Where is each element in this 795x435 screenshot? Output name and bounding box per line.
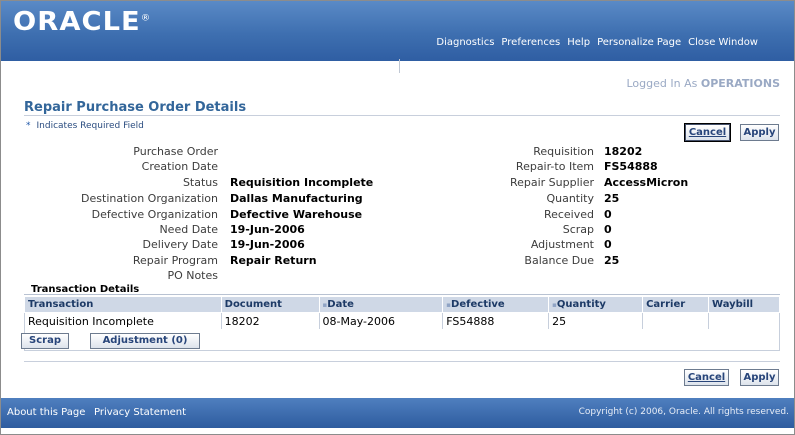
status-label: Status [182,176,218,189]
repair-supplier-label: Repair Supplier [509,176,594,189]
header-bar: ORACLE® Diagnostics Preferences Help Per… [1,1,794,61]
required-star-icon: * [26,121,31,131]
required-field-note: * Indicates Required Field [26,121,144,131]
scrap-label: Scrap [562,223,594,236]
global-links: Diagnostics Preferences Help Personalize… [436,37,758,48]
received-value: 0 [604,208,612,221]
about-this-page-link[interactable]: About this Page [7,407,85,418]
cell-document: 18202 [220,312,320,331]
received-label: Received [543,208,594,221]
requisition-label: Requisition [533,145,594,158]
apply-button-bottom[interactable]: Apply [740,369,779,386]
preferences-link[interactable]: Preferences [501,37,560,48]
close-window-link[interactable]: Close Window [688,37,758,48]
cancel-button-bottom[interactable]: Cancel [684,369,729,386]
copyright-text: Copyright (c) 2006, Oracle. All rights r… [578,407,789,417]
repair-to-item-value: FS54888 [604,160,658,173]
cell-date: 08-May-2006 [318,312,444,331]
adjustment-value: 0 [604,238,612,251]
transaction-table: Transaction Document ▪Date ▪Defective ▪Q… [24,296,780,331]
column-header-quantity[interactable]: ▪Quantity [548,296,644,313]
balance-due-label: Balance Due [524,254,594,267]
oracle-logo: ORACLE® [13,7,152,37]
repair-program-value: Repair Return [230,254,317,267]
transaction-details-divider [24,294,780,295]
personalize-page-link[interactable]: Personalize Page [597,37,681,48]
cell-waybill [708,312,780,331]
table-row: Requisition Incomplete 18202 08-May-2006… [24,312,780,331]
quantity-label: Quantity [546,192,594,205]
cell-quantity: 25 [548,312,644,331]
scrap-button[interactable]: Scrap [21,333,69,349]
cell-defective: FS54888 [442,312,550,331]
repair-supplier-value: AccessMicron [604,176,689,189]
cancel-button-top[interactable]: Cancel [685,124,730,141]
creation-date-label: Creation Date [141,160,218,173]
user-name: OPERATIONS [700,77,780,90]
requisition-value: 18202 [604,145,643,158]
status-value: Requisition Incomplete [230,176,374,189]
apply-button-top[interactable]: Apply [740,124,779,141]
adjustment-button[interactable]: Adjustment (0) [90,333,200,349]
defective-organization-value: Defective Warehouse [230,208,363,221]
delivery-date-value: 19-Jun-2006 [230,238,305,251]
bottom-divider [24,361,780,362]
page-title: Repair Purchase Order Details [24,100,247,115]
repair-to-item-label: Repair-to Item [515,160,594,173]
scrap-value: 0 [604,223,612,236]
footer-bar: About this Page Privacy Statement Copyri… [1,398,794,428]
column-header-document: Document [220,296,320,313]
logged-in-indicator: Logged In As OPERATIONS [626,77,781,90]
destination-organization-value: Dallas Manufacturing [230,192,363,205]
help-link[interactable]: Help [567,37,590,48]
table-header-row: Transaction Document ▪Date ▪Defective ▪Q… [24,296,780,313]
repair-program-label: Repair Program [132,254,218,267]
cell-transaction: Requisition Incomplete [24,312,222,331]
privacy-statement-link[interactable]: Privacy Statement [94,407,186,418]
defective-organization-label: Defective Organization [91,208,218,221]
column-header-defective[interactable]: ▪Defective [442,296,550,313]
title-divider [24,115,780,116]
need-date-label: Need Date [159,223,218,236]
destination-organization-label: Destination Organization [81,192,218,205]
column-header-date[interactable]: ▪Date [318,296,444,313]
need-date-value: 19-Jun-2006 [230,223,305,236]
purchase-order-label: Purchase Order [133,145,218,158]
balance-due-value: 25 [604,254,620,267]
column-header-carrier: Carrier [642,296,710,313]
cell-carrier [642,312,710,331]
quantity-value: 25 [604,192,620,205]
header-divider [399,59,400,73]
po-notes-label: PO Notes [167,269,218,282]
delivery-date-label: Delivery Date [142,238,218,251]
column-header-transaction: Transaction [24,296,222,313]
diagnostics-link[interactable]: Diagnostics [436,37,494,48]
adjustment-label: Adjustment [530,238,594,251]
column-header-waybill: Waybill [708,296,780,313]
